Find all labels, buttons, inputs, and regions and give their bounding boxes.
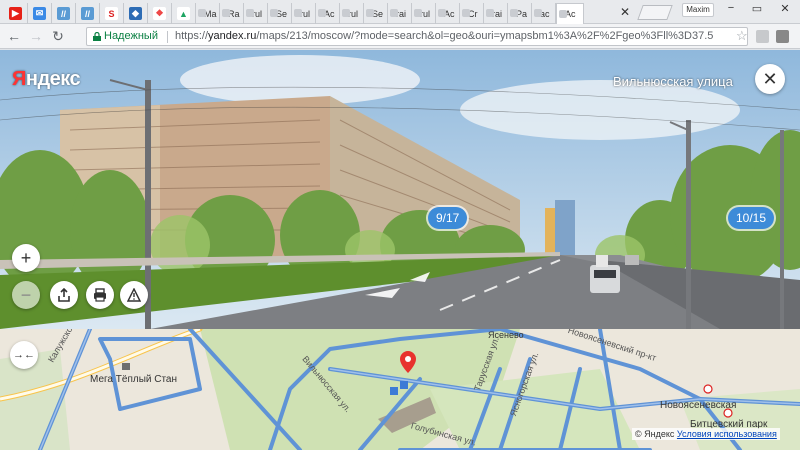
tab-s[interactable]: S <box>100 3 124 24</box>
tab-13[interactable]: Pa <box>508 3 532 24</box>
share-icon <box>58 288 70 302</box>
page-icon <box>414 9 422 17</box>
printer-icon <box>94 288 106 302</box>
page-icon <box>198 9 206 17</box>
tab-14[interactable]: ac <box>532 3 556 24</box>
map-copyright: © Яндекс Условия использования <box>632 428 780 440</box>
collapse-arrows-icon: →← <box>13 349 35 361</box>
page-icon <box>510 9 518 17</box>
reload-icon[interactable]: ↻ <box>50 28 66 44</box>
tab-10[interactable]: Ac <box>436 3 460 24</box>
page-icon <box>342 9 350 17</box>
tab-list: ▶ ✉ // // S ◆ ❖ ▲ Ma Ra rul Se rul Ac ru… <box>4 3 584 24</box>
page-icon <box>366 9 374 17</box>
url-text: https://yandex.ru/maps/213/moscow/?mode=… <box>175 30 714 42</box>
menu-icon[interactable] <box>776 30 789 43</box>
direction-badge-left[interactable]: 9/17 <box>428 207 468 229</box>
yandex-logo[interactable]: Яндекс <box>12 68 81 91</box>
secure-label: Надежный <box>104 30 158 42</box>
page-icon <box>534 9 542 17</box>
page-icon <box>270 9 278 17</box>
habr-icon: // <box>57 7 70 20</box>
close-icon: ✕ <box>762 69 778 89</box>
page-icon <box>246 9 254 17</box>
page-icon <box>559 10 567 18</box>
print-button[interactable] <box>86 281 114 309</box>
tab-habr-1[interactable]: // <box>52 3 76 24</box>
tab-6[interactable]: rul <box>340 3 364 24</box>
tab-2[interactable]: rul <box>244 3 268 24</box>
new-tab-button[interactable] <box>637 5 673 20</box>
profile-button[interactable]: Maxim <box>682 3 714 17</box>
tab-strip: ▶ ✉ // // S ◆ ❖ ▲ Ma Ra rul Se rul Ac ru… <box>0 0 800 24</box>
tab-0[interactable]: Ma <box>196 3 220 24</box>
tab-9[interactable]: rul <box>412 3 436 24</box>
tab-1[interactable]: Ra <box>220 3 244 24</box>
bird-icon: ◆ <box>129 7 142 20</box>
back-icon[interactable]: ← <box>6 28 22 44</box>
tab-7[interactable]: Se <box>364 3 388 24</box>
street-panorama[interactable] <box>0 50 800 329</box>
page-icon <box>294 9 302 17</box>
zoom-out-button[interactable]: − <box>12 281 40 309</box>
forward-icon[interactable]: → <box>28 28 44 44</box>
direction-badge-right[interactable]: 10/15 <box>728 207 775 229</box>
warning-icon <box>127 288 141 302</box>
page-icon <box>486 9 494 17</box>
map-label-novoyasenevskaya: Новоясеневская <box>660 400 737 411</box>
tab-mail[interactable]: ✉ <box>28 3 52 24</box>
report-problem-button[interactable] <box>120 281 148 309</box>
close-panorama-button[interactable]: ✕ <box>755 64 785 94</box>
bookmark-star-icon[interactable]: ☆ <box>736 28 748 44</box>
window-close-icon[interactable]: ✕ <box>774 2 796 15</box>
tab-5[interactable]: Ac <box>316 3 340 24</box>
address-bar[interactable]: Надежный https://yandex.ru/maps/213/mosc… <box>86 27 748 46</box>
page-icon <box>438 9 446 17</box>
s-logo-icon: S <box>105 7 118 20</box>
collapse-map-button[interactable]: →← <box>10 341 38 369</box>
tab-apps[interactable]: ❖ <box>148 3 172 24</box>
tab-4[interactable]: rul <box>292 3 316 24</box>
minimize-icon[interactable]: − <box>720 2 742 14</box>
mail-icon: ✉ <box>33 7 46 20</box>
panorama-scene <box>0 50 800 329</box>
page-icon <box>318 9 326 17</box>
tab-11[interactable]: Cr <box>460 3 484 24</box>
apps-icon: ❖ <box>153 7 166 20</box>
tab-youtube[interactable]: ▶ <box>4 3 28 24</box>
maximize-icon[interactable]: ▭ <box>746 2 768 15</box>
terms-link[interactable]: Условия использования <box>677 429 777 439</box>
share-button[interactable] <box>50 281 78 309</box>
zoom-in-button[interactable]: + <box>12 244 40 272</box>
street-name-label: Вильнюсская улица <box>613 74 733 89</box>
habr-icon: // <box>81 7 94 20</box>
browser-toolbar: ← → ↻ Надежный https://yandex.ru/maps/21… <box>0 24 800 49</box>
page-icon <box>390 9 398 17</box>
tab-habr-2[interactable]: // <box>76 3 100 24</box>
lock-icon <box>93 32 101 41</box>
extension-icon[interactable] <box>756 30 769 43</box>
tab-8[interactable]: rai <box>388 3 412 24</box>
tab-3[interactable]: Se <box>268 3 292 24</box>
tab-close-icon[interactable]: ✕ <box>620 5 630 19</box>
drive-icon: ▲ <box>177 7 190 20</box>
youtube-icon: ▶ <box>9 7 22 20</box>
tab-12[interactable]: rai <box>484 3 508 24</box>
page-icon <box>462 9 470 17</box>
omnibox-divider <box>167 31 168 43</box>
page-icon <box>222 9 230 17</box>
tab-15-active[interactable]: Ac <box>556 3 584 24</box>
tab-drive[interactable]: ▲ <box>172 3 196 24</box>
tab-bird[interactable]: ◆ <box>124 3 148 24</box>
map-label-mega: Мега Тёплый Стан <box>90 374 178 385</box>
